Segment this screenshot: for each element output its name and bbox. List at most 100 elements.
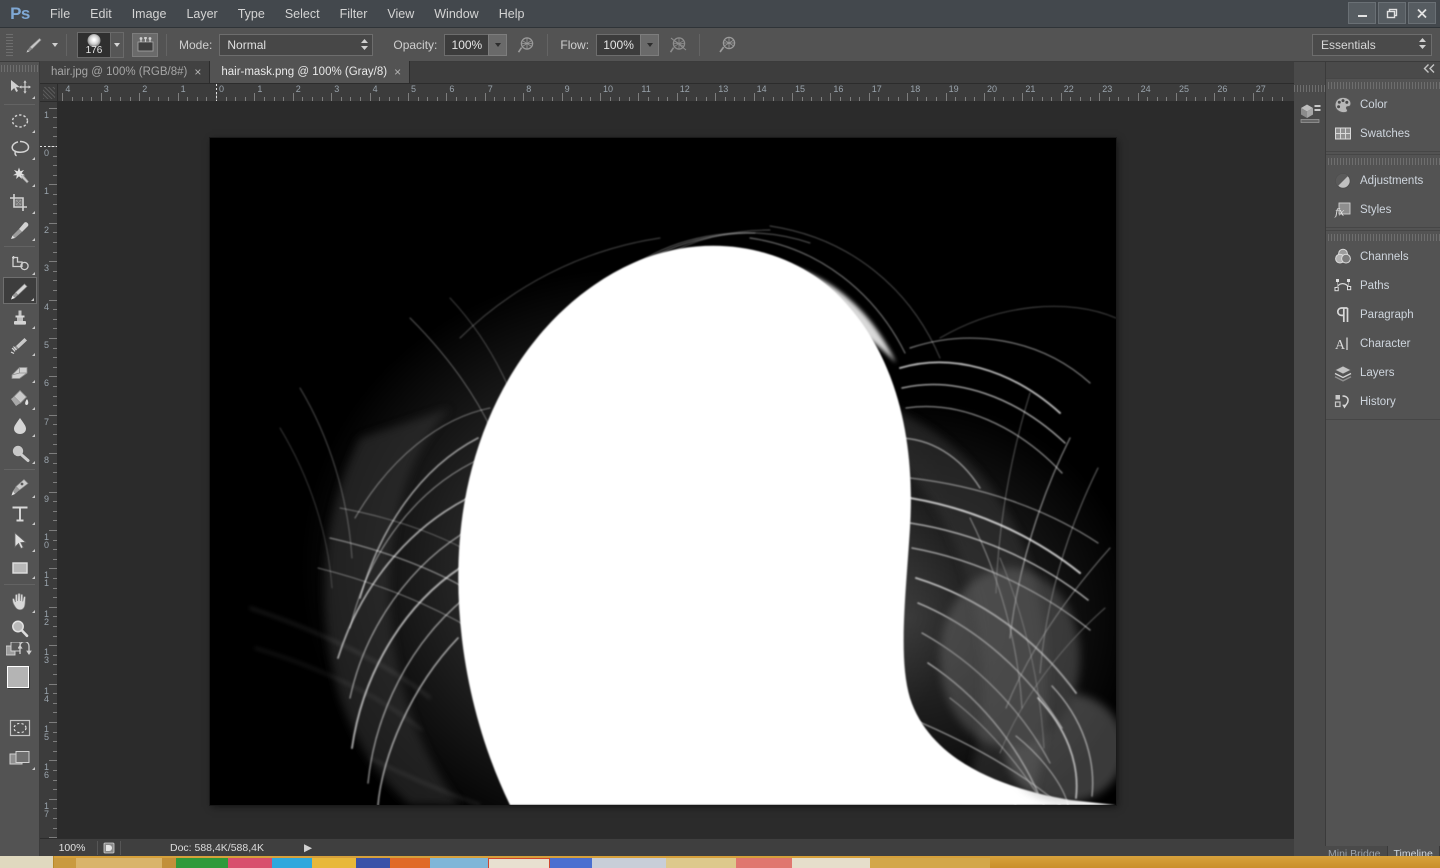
taskbar-item[interactable] [356, 858, 390, 868]
blur-tool[interactable] [3, 412, 37, 439]
taskbar-item[interactable] [666, 858, 736, 868]
spot-healing-brush-tool[interactable] [3, 250, 37, 277]
tablet-pressure-icon[interactable] [132, 33, 158, 57]
minimize-button[interactable] [1348, 2, 1376, 24]
hand-tool[interactable] [3, 588, 37, 615]
brush-tool[interactable] [3, 277, 37, 304]
taskbar-item[interactable] [272, 858, 312, 868]
opacity-dropdown-arrow[interactable] [488, 34, 507, 56]
blend-mode-select[interactable]: Normal [219, 34, 373, 56]
marquee-tool[interactable] [3, 108, 37, 135]
history-brush-tool[interactable] [3, 331, 37, 358]
document-tab[interactable]: hair-mask.png @ 100% (Gray/8)× [210, 61, 410, 83]
eraser-tool[interactable] [3, 358, 37, 385]
menu-help[interactable]: Help [489, 0, 535, 28]
taskbar-item[interactable] [736, 858, 792, 868]
pen-tool[interactable] [3, 473, 37, 500]
quick-selection-tool[interactable] [3, 162, 37, 189]
close-button[interactable] [1408, 2, 1436, 24]
menu-window[interactable]: Window [424, 0, 488, 28]
taskbar-item[interactable] [162, 858, 176, 868]
collapse-panels-icon[interactable] [1423, 64, 1436, 76]
options-bar-grip[interactable] [3, 34, 17, 56]
lasso-tool[interactable] [3, 135, 37, 162]
panel-button-channels[interactable]: Channels [1326, 242, 1440, 271]
menu-image[interactable]: Image [122, 0, 177, 28]
taskbar-item[interactable] [792, 858, 870, 868]
taskbar-item[interactable] [430, 858, 488, 868]
panel-button-paths[interactable]: Paths [1326, 271, 1440, 300]
crop-tool[interactable] [3, 189, 37, 216]
mini-bridge-icon[interactable] [1294, 95, 1326, 129]
panel-button-color[interactable]: Color [1326, 90, 1440, 119]
taskbar-item[interactable] [54, 858, 76, 868]
panel-button-swatches[interactable]: Swatches [1326, 119, 1440, 148]
menu-view[interactable]: View [377, 0, 424, 28]
start-button[interactable] [0, 856, 54, 868]
close-tab-icon[interactable]: × [194, 66, 201, 78]
taskbar-item[interactable] [76, 858, 162, 868]
panel-button-styles[interactable]: fxStyles [1326, 195, 1440, 224]
restore-button[interactable] [1378, 2, 1406, 24]
panel-button-character[interactable]: ACharacter [1326, 329, 1440, 358]
canvas-workspace[interactable] [58, 102, 1294, 838]
close-tab-icon[interactable]: × [394, 66, 401, 78]
foreground-color-swatch[interactable] [7, 666, 29, 688]
flow-dropdown-arrow[interactable] [640, 34, 659, 56]
status-expand-arrow[interactable]: ▶ [304, 842, 312, 854]
clone-stamp-tool[interactable] [3, 304, 37, 331]
opacity-value[interactable]: 100% [444, 34, 488, 56]
taskbar-item[interactable] [390, 858, 430, 868]
panel-button-layers[interactable]: Layers [1326, 358, 1440, 387]
zoom-tool[interactable] [3, 615, 37, 642]
brush-preset-thumbnail[interactable]: 176 [77, 32, 111, 58]
taskbar-item[interactable] [550, 858, 592, 868]
horizontal-ruler[interactable]: 4321012345678910111213141516171819202122… [58, 84, 1294, 102]
brush-tool-icon[interactable] [21, 32, 47, 58]
move-tool[interactable] [3, 74, 37, 101]
document-profile-icon[interactable] [101, 841, 117, 855]
document-tab[interactable]: hair.jpg @ 100% (RGB/8#)× [40, 61, 210, 83]
taskbar-item[interactable] [592, 858, 666, 868]
menu-file[interactable]: File [40, 0, 80, 28]
flow-value[interactable]: 100% [596, 34, 640, 56]
zoom-level-field[interactable]: 100% [50, 840, 94, 856]
brush-preset-dropdown[interactable] [111, 32, 124, 58]
path-selection-tool[interactable] [3, 527, 37, 554]
panel-button-adjustments[interactable]: Adjustments [1326, 166, 1440, 195]
panel-button-history[interactable]: History [1326, 387, 1440, 416]
menu-type[interactable]: Type [228, 0, 275, 28]
ruler-corner[interactable] [40, 84, 58, 102]
airbrush-icon[interactable] [714, 32, 740, 58]
opacity-pressure-icon[interactable] [513, 32, 539, 58]
panel-group-grip[interactable] [1326, 231, 1440, 242]
panel-group-grip[interactable] [1326, 155, 1440, 166]
taskbar-item[interactable] [312, 858, 356, 868]
tools-panel-grip[interactable] [0, 62, 39, 74]
eyedropper-tool[interactable] [3, 216, 37, 243]
quick-mask-icon[interactable] [3, 714, 37, 741]
panel-button-paragraph[interactable]: Paragraph [1326, 300, 1440, 329]
flow-pressure-icon[interactable] [665, 32, 691, 58]
taskbar-item[interactable] [228, 858, 272, 868]
document-canvas[interactable] [210, 138, 1116, 805]
menu-filter[interactable]: Filter [330, 0, 378, 28]
vertical-ruler[interactable]: 10123456789101112131415161718 [40, 102, 58, 838]
workspace-switcher[interactable]: Essentials [1312, 34, 1432, 56]
taskbar-item[interactable] [176, 858, 228, 868]
type-tool[interactable] [3, 500, 37, 527]
brush-preset-picker-arrow[interactable] [52, 43, 58, 47]
screen-mode-icon[interactable] [3, 745, 37, 772]
dodge-tool[interactable] [3, 439, 37, 466]
menu-layer[interactable]: Layer [176, 0, 227, 28]
panel-group-grip[interactable] [1326, 79, 1440, 90]
taskbar-item[interactable] [488, 858, 550, 868]
rectangle-tool[interactable] [3, 554, 37, 581]
gradient-tool[interactable] [3, 385, 37, 412]
taskbar-item[interactable] [870, 858, 990, 868]
mini-bridge-grip[interactable] [1294, 82, 1326, 93]
swap-colors-icon[interactable] [18, 642, 33, 662]
menu-select[interactable]: Select [275, 0, 330, 28]
menu-edit[interactable]: Edit [80, 0, 122, 28]
blur-droplet-icon [9, 416, 31, 436]
